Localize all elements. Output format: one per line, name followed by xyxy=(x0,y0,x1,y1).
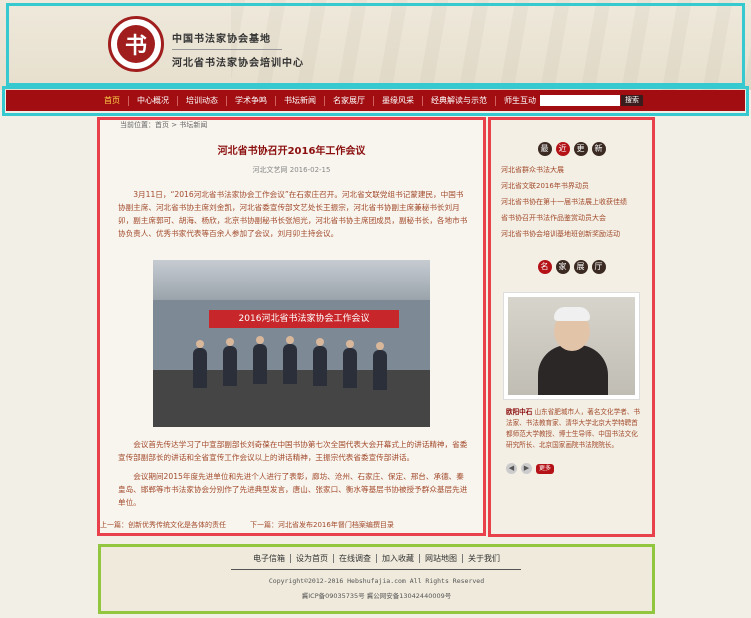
highlight-article-box xyxy=(97,117,486,536)
highlight-footer-box xyxy=(98,544,655,614)
highlight-nav-box xyxy=(2,86,749,116)
highlight-header-box xyxy=(6,3,745,86)
highlight-sidebar-box xyxy=(488,117,655,537)
